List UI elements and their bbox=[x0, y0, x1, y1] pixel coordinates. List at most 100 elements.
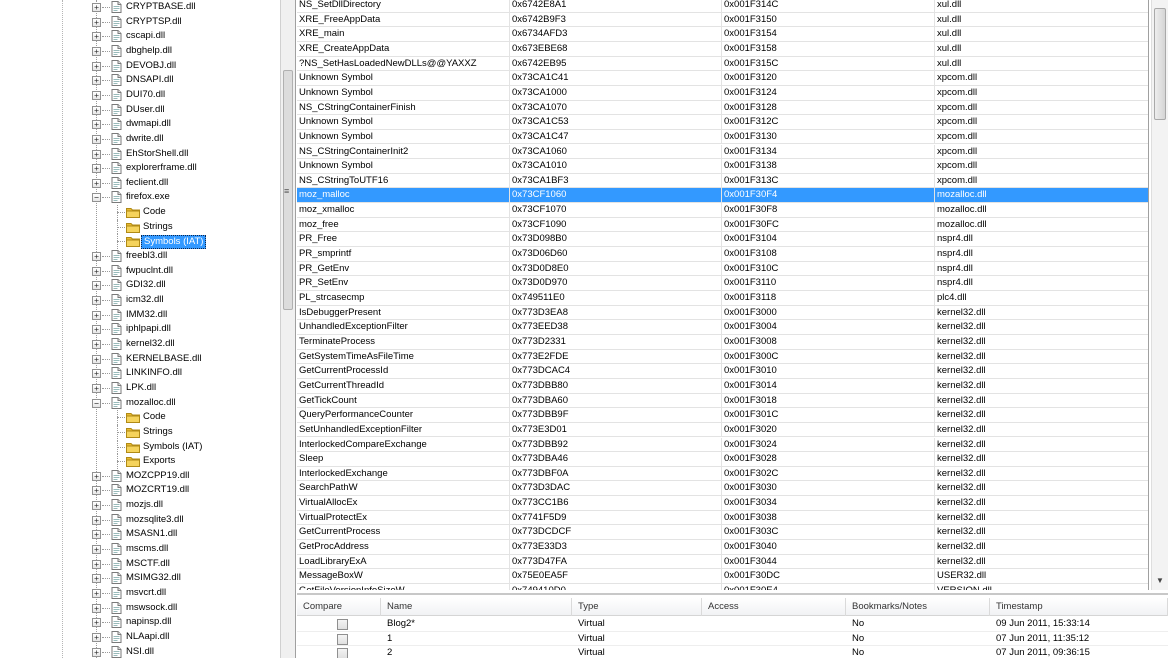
expand-icon[interactable]: + bbox=[92, 383, 101, 393]
table-row[interactable]: SetUnhandledExceptionFilter 0x773E3D01 0x0… bbox=[297, 422, 1148, 438]
tree-item[interactable]: + GDI32.dll bbox=[0, 278, 280, 293]
pane-splitter[interactable]: ≡ bbox=[280, 0, 296, 658]
table-row[interactable]: moz_malloc 0x73CF1060 0x001F30F4 mozalloc.d… bbox=[297, 188, 1148, 204]
tree-item[interactable]: + IMM32.dll bbox=[0, 308, 280, 323]
table-row[interactable]: GetCurrentProcessId 0x773DCAC4 0x001F3010 k… bbox=[297, 364, 1148, 379]
expand-icon[interactable]: + bbox=[92, 90, 101, 100]
table-row[interactable]: TerminateProcess 0x773D2331 0x001F3008 kern… bbox=[297, 334, 1148, 350]
tree-item[interactable]: + NSI.dll bbox=[0, 645, 280, 658]
tree-item[interactable]: + DNSAPI.dll bbox=[0, 73, 280, 88]
expand-icon[interactable]: + bbox=[92, 632, 101, 642]
column-header-name[interactable]: Name bbox=[381, 598, 572, 616]
table-row[interactable]: PL_strcasecmp 0x749511E0 0x001F3118 plc4.dl… bbox=[297, 291, 1148, 306]
expand-icon[interactable]: + bbox=[92, 149, 101, 159]
table-row[interactable]: SearchPathW 0x773D3DAC 0x001F3030 kernel32.… bbox=[297, 481, 1148, 497]
tree-item[interactable]: + iphlpapi.dll bbox=[0, 322, 280, 337]
tree-item[interactable]: Symbols (IAT) bbox=[0, 439, 280, 455]
table-row[interactable]: PR_Free 0x73D098B0 0x001F3104 nspr4.dll bbox=[297, 232, 1148, 248]
expand-icon[interactable]: + bbox=[92, 559, 101, 569]
expand-icon[interactable]: + bbox=[92, 369, 101, 379]
table-row[interactable]: QueryPerformanceCounter 0x773DBB9F 0x001F3… bbox=[297, 408, 1148, 423]
expand-icon[interactable]: + bbox=[92, 32, 101, 42]
tree-item[interactable]: Exports bbox=[0, 454, 280, 469]
expand-icon[interactable]: + bbox=[92, 471, 101, 481]
tree-item[interactable]: + mozsqlite3.dll bbox=[0, 513, 280, 528]
collapse-icon[interactable]: − bbox=[92, 398, 101, 408]
table-row[interactable]: InterlockedExchange 0x773DBF0A 0x001F302C k… bbox=[297, 466, 1148, 482]
table-row[interactable]: Unknown Symbol 0x73CA1C53 0x001F312C xpcom.… bbox=[297, 115, 1148, 130]
tree-item[interactable]: + MSIMG32.dll bbox=[0, 571, 280, 586]
expand-icon[interactable]: + bbox=[92, 76, 101, 86]
tree-item[interactable]: + LINKINFO.dll bbox=[0, 366, 280, 381]
tree-item[interactable]: + dwmapi.dll bbox=[0, 117, 280, 132]
tree-item[interactable]: + msvcrt.dll bbox=[0, 586, 280, 601]
expand-icon[interactable]: + bbox=[92, 339, 101, 349]
expand-icon[interactable]: + bbox=[92, 515, 101, 525]
table-row[interactable]: GetTickCount 0x773DBA60 0x001F3018 kernel32… bbox=[297, 393, 1148, 409]
expand-icon[interactable]: + bbox=[92, 545, 101, 555]
table-row[interactable]: Unknown Symbol 0x73CA1000 0x001F3124 xpcom.… bbox=[297, 85, 1148, 101]
table-row[interactable]: NS_CStringContainerInit2 0x73CA1060 0x001F… bbox=[297, 144, 1148, 160]
table-row[interactable]: moz_free 0x73CF1090 0x001F30FC mozalloc.dll bbox=[297, 217, 1148, 233]
expand-icon[interactable]: + bbox=[92, 266, 101, 276]
tree-item[interactable]: + LPK.dll bbox=[0, 381, 280, 396]
expand-icon[interactable]: + bbox=[92, 281, 101, 291]
table-row[interactable]: XRE_FreeAppData 0x6742B9F3 0x001F3150 xul.d… bbox=[297, 12, 1148, 28]
tree-item[interactable]: + NLAapi.dll bbox=[0, 630, 280, 645]
table-row[interactable]: InterlockedCompareExchange 0x773DBB92 0x00… bbox=[297, 437, 1148, 453]
tree-item[interactable]: Strings bbox=[0, 219, 280, 235]
table-row[interactable]: Unknown Symbol 0x73CA1010 0x001F3138 xpcom.… bbox=[297, 159, 1148, 174]
tree-item[interactable]: + mswsock.dll bbox=[0, 601, 280, 616]
column-header-type[interactable]: Type bbox=[572, 598, 702, 616]
table-row[interactable]: IsDebuggerPresent 0x773D3EA8 0x001F3000 ker… bbox=[297, 305, 1148, 321]
column-header-compare[interactable]: Compare bbox=[297, 598, 381, 616]
compare-checkbox[interactable] bbox=[337, 619, 348, 630]
tree-item[interactable]: + mscms.dll bbox=[0, 542, 280, 557]
table-row[interactable]: GetCurrentThreadId 0x773DBB80 0x001F3014 ke… bbox=[297, 378, 1148, 394]
tree-item[interactable]: − mozalloc.dll bbox=[0, 396, 280, 411]
tree-item[interactable]: + CRYPTBASE.dll bbox=[0, 0, 280, 15]
tree-item[interactable]: + DUser.dll bbox=[0, 103, 280, 118]
tree-item[interactable]: + EhStorShell.dll bbox=[0, 147, 280, 162]
expand-icon[interactable]: + bbox=[92, 501, 101, 511]
expand-icon[interactable]: + bbox=[92, 46, 101, 56]
table-row[interactable]: GetFileVersionInfoSizeW0x749410D00x001F3… bbox=[297, 584, 1148, 590]
table-row[interactable]: PR_smprintf 0x73D06D60 0x001F3108 nspr4.dll bbox=[297, 247, 1148, 262]
module-tree[interactable]: + CRYPTBASE.dll + CRYPTSP.dll + cscapi.dll + db… bbox=[0, 0, 280, 658]
table-row[interactable]: PR_GetEnv 0x73D0D8E0 0x001F310C nspr4.dll bbox=[297, 261, 1148, 277]
tree-item[interactable]: − firefox.exe bbox=[0, 190, 280, 205]
tree-item[interactable]: + dbghelp.dll bbox=[0, 44, 280, 59]
expand-icon[interactable]: + bbox=[92, 105, 101, 115]
compare-checkbox[interactable] bbox=[337, 633, 348, 645]
tree-item[interactable]: + dwrite.dll bbox=[0, 132, 280, 147]
expand-icon[interactable]: + bbox=[92, 618, 101, 628]
table-row[interactable]: Unknown Symbol 0x73CA1C47 0x001F3130 xpcom.… bbox=[297, 129, 1148, 145]
tree-item[interactable]: + explorerframe.dll bbox=[0, 161, 280, 176]
column-header-access[interactable]: Access bbox=[702, 598, 846, 616]
symbols-vertical-scrollbar[interactable]: ▼ bbox=[1151, 0, 1168, 590]
snapshot-row[interactable]: 1 Virtual No 07 Jun 2011, 11:35:12 bbox=[297, 632, 1168, 646]
table-row[interactable]: VirtualProtectEx 0x7741F5D9 0x001F3038 kern… bbox=[297, 510, 1148, 526]
scrollbar-thumb[interactable] bbox=[1154, 8, 1166, 120]
tree-item[interactable]: Code bbox=[0, 410, 280, 425]
table-row[interactable]: NS_SetDllDirectory 0x6742E8A1 0x001F314C xu… bbox=[297, 0, 1148, 13]
expand-icon[interactable]: + bbox=[92, 530, 101, 540]
compare-checkbox[interactable] bbox=[337, 648, 348, 658]
tree-item[interactable]: + feclient.dll bbox=[0, 176, 280, 191]
table-row[interactable]: XRE_main 0x6734AFD3 0x001F3154 xul.dll bbox=[297, 27, 1148, 42]
expand-icon[interactable]: + bbox=[92, 178, 101, 188]
table-row[interactable]: XRE_CreateAppData 0x673EBE68 0x001F3158 xul… bbox=[297, 41, 1148, 57]
expand-icon[interactable]: + bbox=[92, 120, 101, 130]
expand-icon[interactable]: + bbox=[92, 252, 101, 262]
expand-icon[interactable]: + bbox=[92, 3, 101, 12]
tree-item[interactable]: + KERNELBASE.dll bbox=[0, 352, 280, 367]
table-row[interactable]: LoadLibraryExA 0x773D47FA 0x001F3044 kernel… bbox=[297, 554, 1148, 570]
table-row[interactable]: moz_xmalloc 0x73CF1070 0x001F30F8 mozalloc.… bbox=[297, 203, 1148, 218]
table-row[interactable]: NS_CStringContainerFinish 0x73CA1070 0x001… bbox=[297, 100, 1148, 116]
tree-item[interactable]: + mozjs.dll bbox=[0, 498, 280, 513]
tree-item[interactable]: Code bbox=[0, 205, 280, 220]
tree-item[interactable]: + fwpuclnt.dll bbox=[0, 264, 280, 279]
tree-item[interactable]: Strings bbox=[0, 424, 280, 440]
table-row[interactable]: Unknown Symbol 0x73CA1C41 0x001F3120 xpcom.… bbox=[297, 71, 1148, 86]
tree-item[interactable]: + freebl3.dll bbox=[0, 249, 280, 264]
